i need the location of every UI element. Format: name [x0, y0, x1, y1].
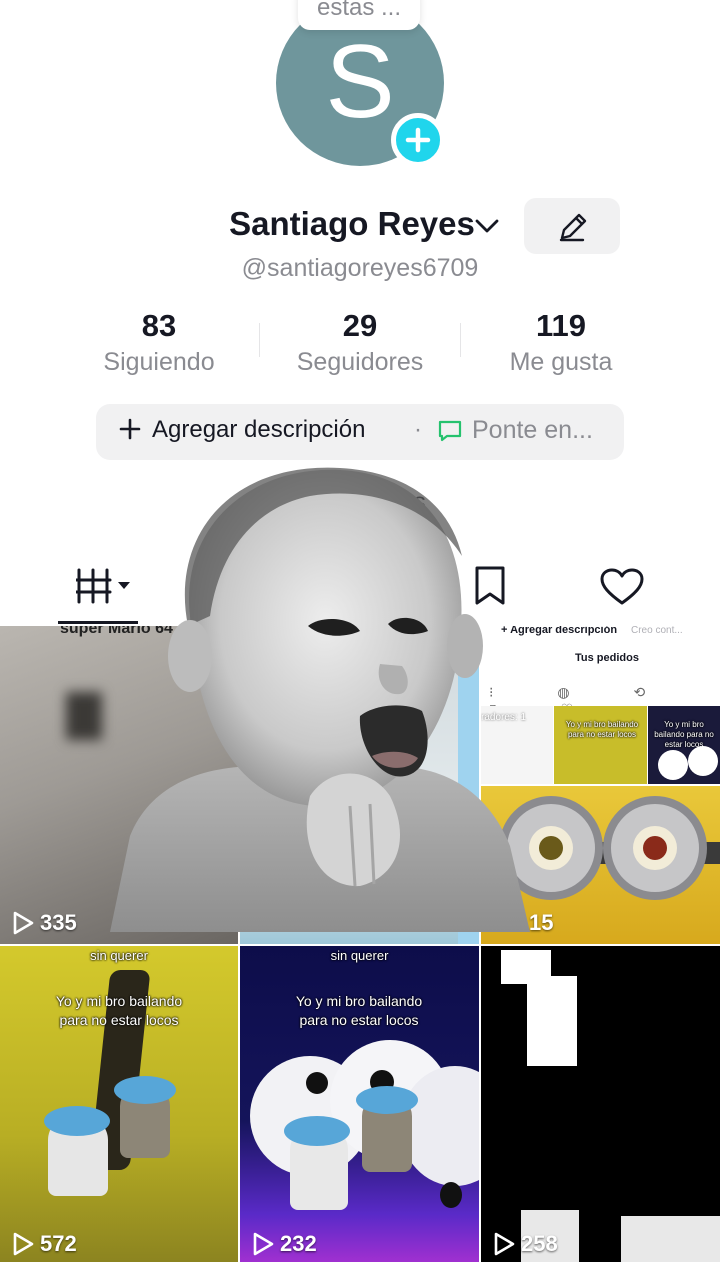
mini-creo: Creo cont...	[631, 626, 683, 636]
cap-shape	[114, 1076, 176, 1104]
stat-following[interactable]: 83 Siguiendo	[69, 308, 249, 377]
play-icon	[13, 911, 34, 935]
pencil-icon	[559, 213, 587, 242]
followers-label: Seguidores	[296, 348, 424, 376]
cap-shape	[356, 1086, 418, 1114]
bottom-nav-edge	[0, 1262, 720, 1280]
white-block	[621, 1216, 720, 1262]
view-count: 15	[529, 910, 554, 935]
likes-label: Me gusta	[509, 348, 613, 376]
stat-divider	[259, 323, 260, 357]
video-overlay-text: sin querer	[330, 948, 389, 963]
profile-handle: @santiagoreyes6709	[241, 254, 479, 282]
stat-divider	[460, 323, 461, 357]
plus-icon	[405, 127, 431, 153]
blurred-block	[66, 692, 102, 740]
stat-followers[interactable]: 29 Seguidores	[270, 308, 450, 377]
view-count: 335	[12, 910, 77, 936]
play-icon	[253, 1232, 274, 1256]
separator-dot: ·	[414, 416, 422, 443]
view-count: 572	[12, 1231, 77, 1257]
play-icon	[494, 1232, 515, 1256]
add-avatar-button[interactable]	[391, 113, 445, 167]
video-caption: Yo y mi bro bailando para no estar locos	[295, 993, 423, 1028]
followers-count: 29	[342, 308, 378, 343]
video-overlay-text: sin querer	[90, 948, 148, 963]
play-icon	[13, 1232, 34, 1256]
heart-icon[interactable]	[600, 568, 644, 606]
baby-sticker-image	[110, 467, 530, 932]
video-tile[interactable]: 258	[481, 946, 720, 1262]
status-prompt[interactable]: Ponte en...	[472, 416, 593, 445]
video-tile[interactable]: sin querer Yo y mi bro bailando para no …	[0, 946, 238, 1262]
chevron-down-icon[interactable]	[474, 216, 500, 236]
cap-shape	[44, 1106, 110, 1136]
stat-likes[interactable]: 119 Me gusta	[471, 308, 651, 377]
mini-orders: Tus pedidos	[575, 652, 639, 664]
cap-shape	[284, 1116, 350, 1146]
video-tile[interactable]: sin querer Yo y mi bro bailando para no …	[240, 946, 479, 1262]
plus-icon	[119, 418, 141, 440]
mini-tile: Yo y mi bro bailando para no estar locos	[648, 706, 720, 784]
likes-count: 119	[535, 308, 586, 343]
following-count: 83	[141, 308, 177, 343]
chat-bubble-icon	[438, 420, 462, 442]
following-label: Siguiendo	[103, 348, 215, 376]
add-description-label[interactable]: Agregar descripción	[152, 416, 365, 444]
edit-profile-button[interactable]	[524, 198, 620, 254]
view-count: 258	[493, 1231, 558, 1257]
video-caption: Yo y mi bro bailando para no estar locos	[55, 993, 183, 1028]
mini-tile: Yo y mi bro bailando para no estar locos	[554, 706, 647, 784]
tooltip-bubble: estas ...	[298, 0, 420, 30]
view-count: 232	[252, 1231, 317, 1257]
